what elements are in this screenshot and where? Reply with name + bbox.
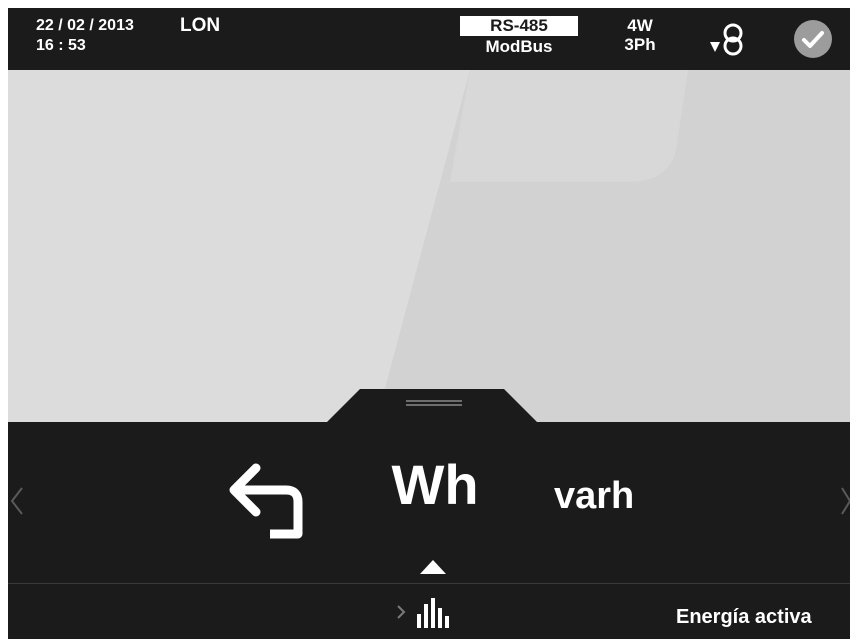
selected-unit-wh[interactable]: Wh — [380, 454, 490, 516]
mode-indicator: LON — [180, 15, 221, 36]
status-header: 22 / 02 / 2013 16 : 53 LON RS-485 ModBus… — [8, 8, 850, 70]
transformer-icon — [710, 23, 743, 56]
comm-protocol-label: ModBus — [485, 37, 553, 56]
drag-handle-icon[interactable] — [406, 400, 462, 406]
content-area — [8, 70, 850, 422]
chevron-left-icon[interactable] — [10, 486, 24, 516]
wiring-indicator: 4W — [627, 16, 653, 35]
unit-option-varh[interactable]: varh — [554, 474, 664, 518]
panel-handle-tab[interactable] — [326, 389, 538, 423]
bar-chart-icon[interactable] — [416, 596, 450, 630]
caret-up-icon — [420, 560, 446, 574]
comm-port-badge: RS-485 — [460, 16, 578, 36]
device-screen: 22 / 02 / 2013 16 : 53 LON RS-485 ModBus… — [8, 8, 850, 639]
check-circle-icon[interactable] — [794, 20, 832, 58]
screen-title: Energía activa — [676, 606, 812, 628]
date-readout: 22 / 02 / 2013 — [36, 17, 134, 34]
back-arrow-icon[interactable] — [224, 454, 304, 540]
divider — [8, 583, 850, 584]
chevron-right-small-icon — [397, 605, 406, 619]
chevron-right-icon[interactable] — [840, 486, 850, 516]
time-readout: 16 : 53 — [36, 37, 86, 54]
phase-indicator: 3Ph — [624, 35, 656, 54]
